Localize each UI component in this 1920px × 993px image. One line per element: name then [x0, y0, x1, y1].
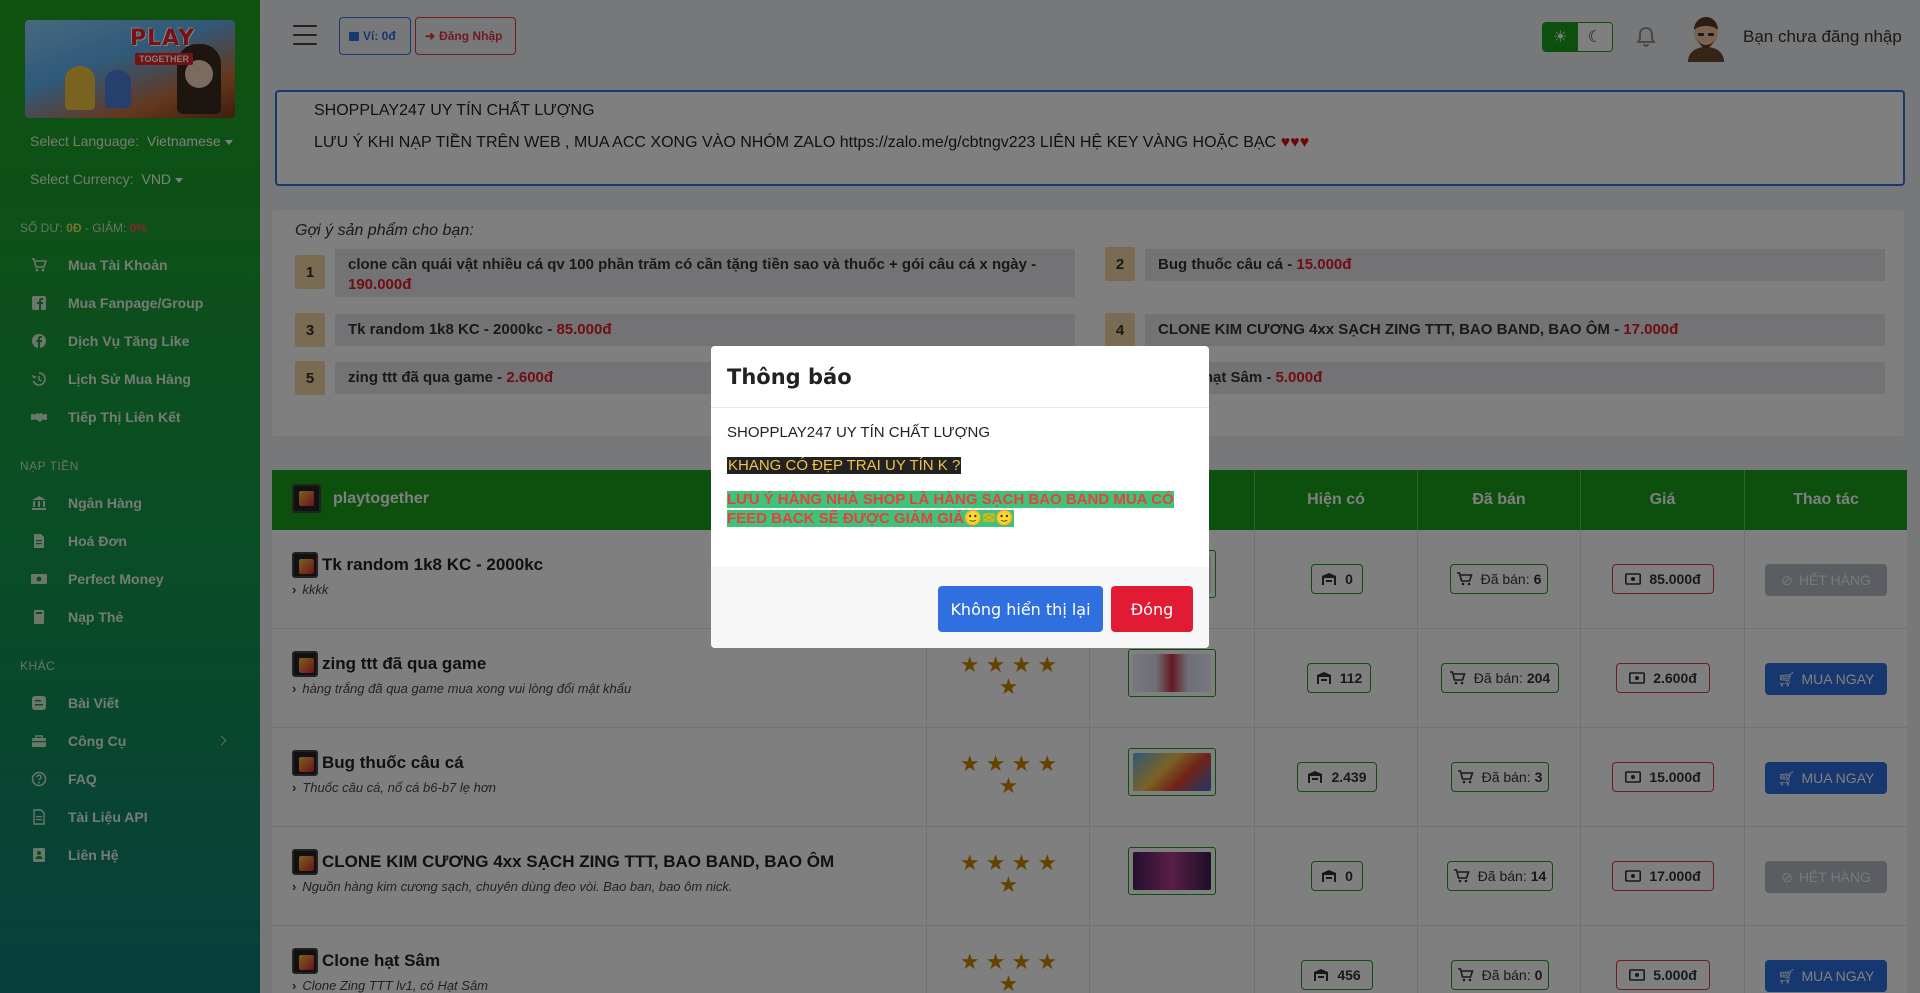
modal-warning-text: LƯU Ý HÀNG NHÀ SHOP LÀ HÀNG SẠCH BAO BAN… [727, 491, 1174, 527]
dont-show-again-button[interactable]: Không hiển thị lại [938, 586, 1103, 632]
modal-header: Thông báo [711, 346, 1209, 408]
emoji-icon: 🙂✉🙂 [963, 510, 1014, 527]
modal-body: SHOPPLAY247 UY TÍN CHẤT LƯỢNG KHANG CÓ Đ… [711, 408, 1209, 564]
modal-text: SHOPPLAY247 UY TÍN CHẤT LƯỢNG [727, 424, 990, 441]
notification-modal: Thông báo SHOPPLAY247 UY TÍN CHẤT LƯỢNG … [711, 346, 1209, 648]
close-button[interactable]: Đóng [1111, 586, 1193, 632]
modal-title: Thông báo [727, 364, 852, 389]
modal-highlight-text: KHANG CÓ ĐẸP TRAI UY TÍN K ? [727, 457, 962, 474]
